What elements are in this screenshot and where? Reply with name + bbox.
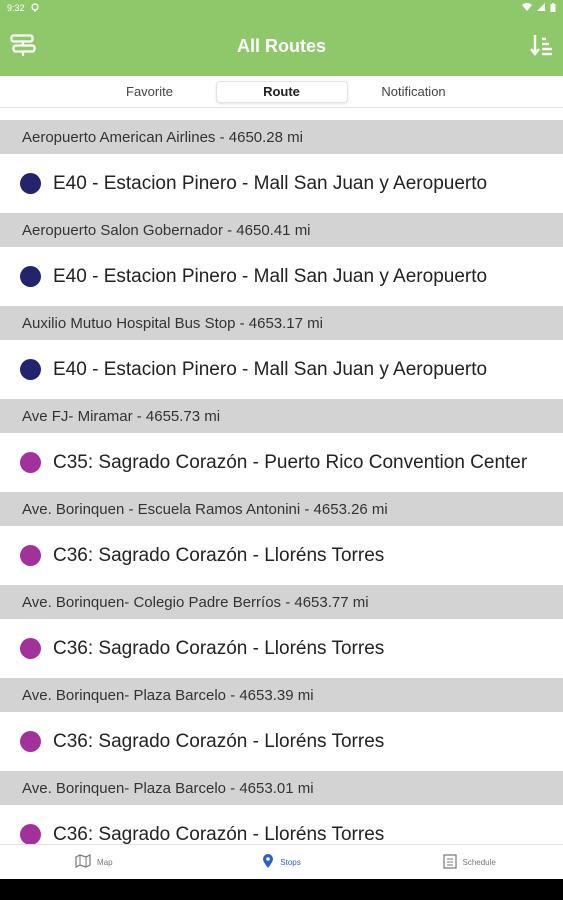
stop-header: Aeropuerto American Airlines - 4650.28 m… bbox=[0, 120, 563, 154]
tab-route[interactable]: Route bbox=[215, 80, 348, 103]
location-pin-icon bbox=[262, 854, 274, 870]
battery-icon bbox=[550, 2, 556, 14]
route-color-dot bbox=[20, 359, 41, 380]
route-name: E40 - Estacion Pinero - Mall San Juan y … bbox=[53, 172, 488, 194]
system-navigation-bar bbox=[0, 879, 563, 900]
route-row[interactable]: C36: Sagrado Corazón - Lloréns Torres bbox=[0, 712, 563, 771]
route-color-dot bbox=[20, 266, 41, 287]
route-row[interactable]: C36: Sagrado Corazón - Lloréns Torres bbox=[0, 619, 563, 678]
route-sign-button[interactable] bbox=[6, 30, 40, 64]
nav-stops-label: Stops bbox=[280, 857, 301, 867]
route-name: C35: Sagrado Corazón - Puerto Rico Conve… bbox=[53, 451, 528, 473]
stop-header: Ave FJ- Miramar - 4655.73 mi bbox=[0, 399, 563, 433]
stop-header: Ave. Borinquen- Plaza Barcelo - 4653.39 … bbox=[0, 678, 563, 712]
app-bar: All Routes bbox=[0, 16, 563, 76]
route-color-dot bbox=[20, 731, 41, 752]
route-row[interactable]: C36: Sagrado Corazón - Lloréns Torres bbox=[0, 805, 563, 844]
schedule-icon bbox=[442, 853, 457, 871]
route-color-dot bbox=[20, 638, 41, 659]
nav-map-label: Map bbox=[97, 857, 113, 867]
route-name: C36: Sagrado Corazón - Lloréns Torres bbox=[53, 823, 385, 845]
signal-icon bbox=[537, 3, 545, 13]
stop-header: Aeropuerto Salon Gobernador - 4650.41 mi bbox=[0, 213, 563, 247]
nav-schedule[interactable]: Schedule bbox=[375, 853, 563, 871]
route-row[interactable]: E40 - Estacion Pinero - Mall San Juan y … bbox=[0, 340, 563, 399]
map-icon bbox=[75, 854, 91, 870]
bottom-navigation: Map Stops Schedule bbox=[0, 844, 563, 879]
route-name: C36: Sagrado Corazón - Lloréns Torres bbox=[53, 637, 385, 659]
nav-map[interactable]: Map bbox=[0, 854, 188, 870]
route-row[interactable]: E40 - Estacion Pinero - Mall San Juan y … bbox=[0, 247, 563, 306]
route-row[interactable]: C35: Sagrado Corazón - Puerto Rico Conve… bbox=[0, 433, 563, 492]
stop-header: Auxilio Mutuo Hospital Bus Stop - 4653.1… bbox=[0, 306, 563, 340]
tab-notification[interactable]: Notification bbox=[348, 81, 480, 103]
sort-icon bbox=[530, 33, 554, 62]
stop-header: Ave. Borinquen - Escuela Ramos Antonini … bbox=[0, 492, 563, 526]
stop-header: Ave. Borinquen- Colegio Padre Berríos - … bbox=[0, 585, 563, 619]
route-name: C36: Sagrado Corazón - Lloréns Torres bbox=[53, 544, 385, 566]
route-color-dot bbox=[20, 173, 41, 194]
stops-list[interactable]: Aeropuerto American Airlines - 4650.28 m… bbox=[0, 120, 563, 844]
wifi-icon bbox=[522, 3, 532, 13]
stop-header: Ave. Borinquen- Plaza Barcelo - 4653.01 … bbox=[0, 771, 563, 805]
page-title: All Routes bbox=[236, 35, 326, 56]
location-status-icon bbox=[30, 2, 39, 14]
route-color-dot bbox=[20, 545, 41, 566]
status-time: 9:32 bbox=[7, 3, 25, 13]
route-color-dot bbox=[20, 824, 41, 844]
app-screen: 9:32 All Routes Favorite Route Notificat… bbox=[0, 0, 563, 900]
route-color-dot bbox=[20, 452, 41, 473]
route-name: E40 - Estacion Pinero - Mall San Juan y … bbox=[53, 265, 488, 287]
status-bar: 9:32 bbox=[0, 0, 563, 16]
route-row[interactable]: E40 - Estacion Pinero - Mall San Juan y … bbox=[0, 154, 563, 213]
nav-schedule-label: Schedule bbox=[462, 857, 496, 867]
route-row[interactable]: C36: Sagrado Corazón - Lloréns Torres bbox=[0, 526, 563, 585]
route-name: E40 - Estacion Pinero - Mall San Juan y … bbox=[53, 358, 488, 380]
tab-favorite[interactable]: Favorite bbox=[84, 81, 216, 103]
route-name: C36: Sagrado Corazón - Lloréns Torres bbox=[53, 730, 385, 752]
nav-stops[interactable]: Stops bbox=[188, 854, 376, 870]
sort-button[interactable] bbox=[525, 30, 559, 64]
tab-bar: Favorite Route Notification bbox=[0, 76, 563, 108]
route-sign-icon bbox=[10, 33, 36, 62]
